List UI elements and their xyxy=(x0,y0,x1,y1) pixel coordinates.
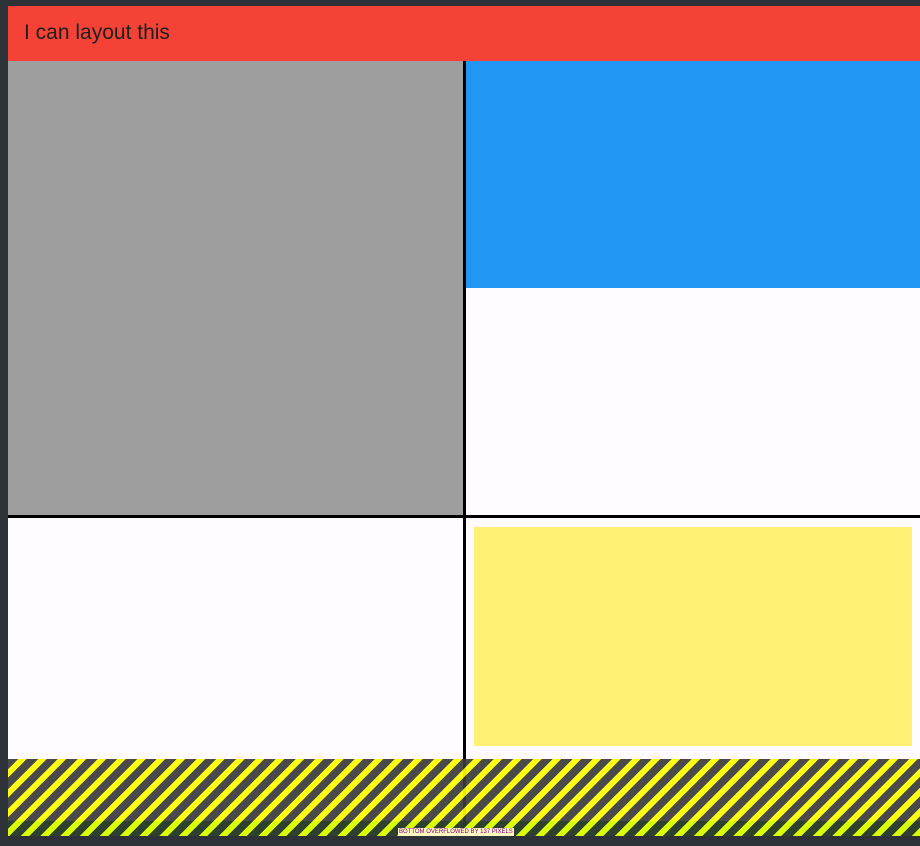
yellow-panel xyxy=(474,527,912,746)
empty-panel-right xyxy=(466,288,920,515)
app-window: I can layout this BOTTOM OVERFLOWED BY 1… xyxy=(8,6,920,836)
blue-panel xyxy=(466,61,920,288)
grey-panel xyxy=(8,61,463,515)
layout-grid: BOTTOM OVERFLOWED BY 137 PIXELS xyxy=(8,61,920,836)
app-bar-title: I can layout this xyxy=(24,21,170,44)
app-bar: I can layout this xyxy=(8,6,920,61)
overflow-warning-label: BOTTOM OVERFLOWED BY 137 PIXELS xyxy=(398,828,514,836)
